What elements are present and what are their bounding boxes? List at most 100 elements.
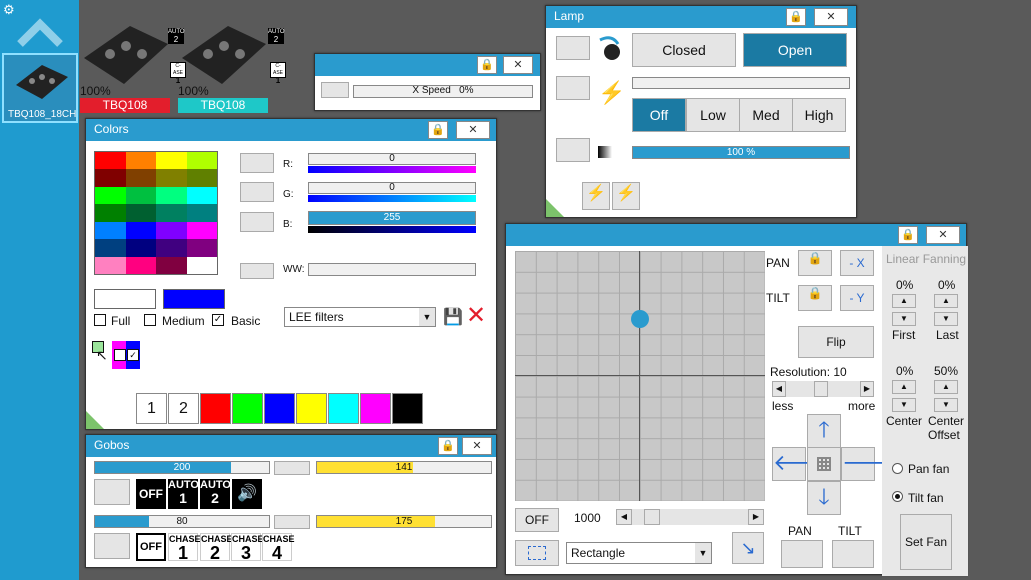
speed-thumb[interactable]	[644, 509, 660, 525]
palette-swatch[interactable]	[125, 256, 156, 274]
blue-bar[interactable]: 255	[308, 211, 476, 225]
lock-icon[interactable]: 🔒	[898, 226, 918, 244]
gobo-auto-1[interactable]: AUTO 1	[168, 479, 199, 509]
palette-swatch[interactable]	[95, 152, 126, 170]
gobo2-button[interactable]	[94, 533, 130, 559]
basic-checkbox[interactable]: ✓	[212, 314, 224, 326]
tilt-fan-radio[interactable]	[892, 491, 903, 502]
delete-icon[interactable]: ✕	[466, 301, 486, 330]
gobo1-button[interactable]	[94, 479, 130, 505]
arrow-up-button[interactable]: 🡑	[807, 414, 841, 448]
palette-swatch[interactable]	[125, 169, 156, 187]
palette-swatch[interactable]	[186, 169, 217, 187]
close-icon[interactable]: ✕	[814, 8, 848, 26]
gobo1-rot-bar[interactable]: 141	[316, 461, 492, 474]
blue-button[interactable]	[240, 212, 274, 232]
palette-swatch[interactable]	[186, 204, 217, 222]
palette-swatch[interactable]	[186, 152, 217, 170]
lock-icon[interactable]: 🔒	[428, 121, 448, 139]
select-area-button[interactable]	[515, 540, 559, 566]
green-bar[interactable]: 0	[308, 182, 476, 194]
lock-icon[interactable]: 🔒	[438, 437, 458, 455]
red-bar[interactable]: 0	[308, 153, 476, 165]
close-icon[interactable]: ✕	[456, 121, 490, 139]
resolution-thumb[interactable]	[814, 381, 828, 397]
color-swatch[interactable]	[328, 393, 359, 424]
color-swatch[interactable]	[232, 393, 263, 424]
palette-swatch[interactable]	[125, 239, 156, 257]
save-icon[interactable]: 💾	[443, 307, 463, 327]
speed-right-button[interactable]: ▶	[748, 509, 764, 525]
palette-swatch[interactable]	[95, 169, 126, 187]
offset-down-button[interactable]: ▼	[934, 398, 958, 412]
palette-swatch[interactable]	[95, 186, 126, 205]
magenta-checkbox[interactable]	[114, 349, 126, 361]
color-swatch[interactable]	[360, 393, 391, 424]
gear-icon[interactable]: ⚙	[3, 2, 15, 18]
palette-swatch[interactable]	[186, 186, 217, 205]
pan-btn[interactable]	[781, 540, 823, 568]
palette-swatch[interactable]	[125, 186, 156, 205]
center-down-button[interactable]: ▼	[892, 398, 916, 412]
fixture-card-1[interactable]: 100% TBQ108	[80, 14, 172, 114]
palette-swatch[interactable]	[186, 239, 217, 257]
speed-bar[interactable]: X Speed 0%	[353, 85, 533, 98]
first-up-button[interactable]: ▲	[892, 294, 916, 308]
palette-swatch[interactable]	[125, 221, 156, 240]
close-icon[interactable]: ✕	[462, 437, 492, 455]
center-up-button[interactable]: ▲	[892, 380, 916, 394]
lock-icon[interactable]: 🔒	[477, 56, 497, 74]
neg-y-button[interactable]: - Y	[840, 285, 874, 311]
palette-swatch[interactable]	[156, 221, 187, 240]
speed-left-button[interactable]: ◀	[616, 509, 632, 525]
color-palette[interactable]	[94, 151, 218, 275]
center-button[interactable]	[807, 447, 841, 481]
resolution-left-button[interactable]: ◀	[772, 381, 786, 397]
filter-select[interactable]: LEE filters ▼	[284, 307, 436, 327]
palette-swatch[interactable]	[95, 239, 126, 257]
last-down-button[interactable]: ▼	[934, 312, 958, 326]
palette-swatch[interactable]	[186, 221, 217, 240]
gobo-off[interactable]: OFF	[136, 479, 166, 509]
chase-4[interactable]: CHASE 4	[262, 533, 295, 562]
gobo-auto-2[interactable]: AUTO 2	[200, 479, 231, 509]
palette-swatch[interactable]	[156, 256, 187, 274]
chase-2[interactable]: CHASE 2	[200, 533, 233, 562]
preset-1-button[interactable]: 1	[136, 393, 167, 424]
flip-button[interactable]: Flip	[798, 326, 874, 358]
lock-icon[interactable]: 🔒	[786, 8, 806, 26]
palette-swatch[interactable]	[125, 152, 156, 170]
gobo2-rotate-button[interactable]	[274, 515, 310, 529]
palette-swatch[interactable]	[156, 186, 187, 205]
pan-lock-button[interactable]: 🔒	[798, 250, 832, 276]
shape-select[interactable]: Rectangle ▼	[566, 542, 712, 564]
chase-1[interactable]: CHASE 1	[168, 533, 201, 562]
open-button[interactable]: Open	[743, 33, 847, 67]
set-fan-button[interactable]: Set Fan	[900, 514, 952, 570]
strobe-med-button[interactable]: Med	[739, 98, 793, 132]
strobe-mode-1[interactable]: ⚡	[582, 182, 610, 210]
off-button[interactable]: OFF	[515, 508, 559, 532]
green-button[interactable]	[240, 182, 274, 202]
full-checkbox[interactable]	[94, 314, 106, 326]
close-icon[interactable]: ✕	[926, 226, 960, 244]
strobe-button[interactable]	[556, 76, 590, 100]
color-swatch[interactable]	[392, 393, 423, 424]
palette-swatch[interactable]	[156, 169, 187, 187]
pan-tilt-grid[interactable]	[515, 251, 765, 501]
strobe-low-button[interactable]: Low	[686, 98, 740, 132]
gobo1-rotate-button[interactable]	[274, 461, 310, 475]
close-icon[interactable]: ✕	[503, 56, 533, 74]
palette-swatch[interactable]	[125, 204, 156, 222]
gobo2-rot-bar[interactable]: 175	[316, 515, 492, 528]
preset-2-button[interactable]: 2	[168, 393, 199, 424]
gobo-sound[interactable]: 🔊	[232, 479, 262, 509]
gobo1-bar[interactable]: 200	[94, 461, 270, 474]
first-down-button[interactable]: ▼	[892, 312, 916, 326]
strobe-mode-2[interactable]: ⚡	[612, 182, 640, 210]
color-swatch[interactable]	[264, 393, 295, 424]
ww-button[interactable]	[240, 263, 274, 279]
position-dot[interactable]	[631, 309, 649, 328]
palette-swatch[interactable]	[95, 204, 126, 222]
palette-swatch[interactable]	[186, 256, 217, 274]
